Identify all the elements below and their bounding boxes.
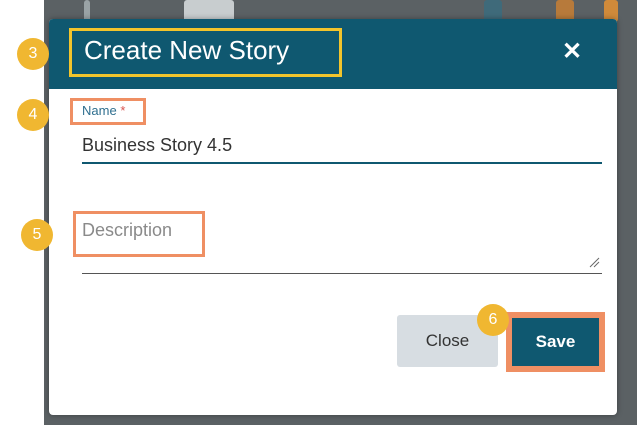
step-badge-4: 4 — [17, 99, 49, 131]
save-button[interactable]: Save — [512, 318, 599, 366]
description-input[interactable] — [82, 220, 602, 274]
required-marker: * — [120, 103, 126, 118]
resize-handle-icon[interactable] — [588, 256, 600, 268]
dialog-title: Create New Story — [84, 35, 290, 65]
name-label-text: Name — [82, 103, 117, 118]
step-badge-6: 6 — [477, 304, 509, 336]
name-field-label: Name * — [82, 103, 125, 118]
close-icon[interactable]: ✕ — [559, 39, 585, 65]
step-badge-3: 3 — [17, 38, 49, 70]
name-input[interactable] — [82, 132, 602, 164]
dialog-header: Create New Story ✕ — [49, 19, 617, 89]
step-badge-5: 5 — [21, 219, 53, 251]
